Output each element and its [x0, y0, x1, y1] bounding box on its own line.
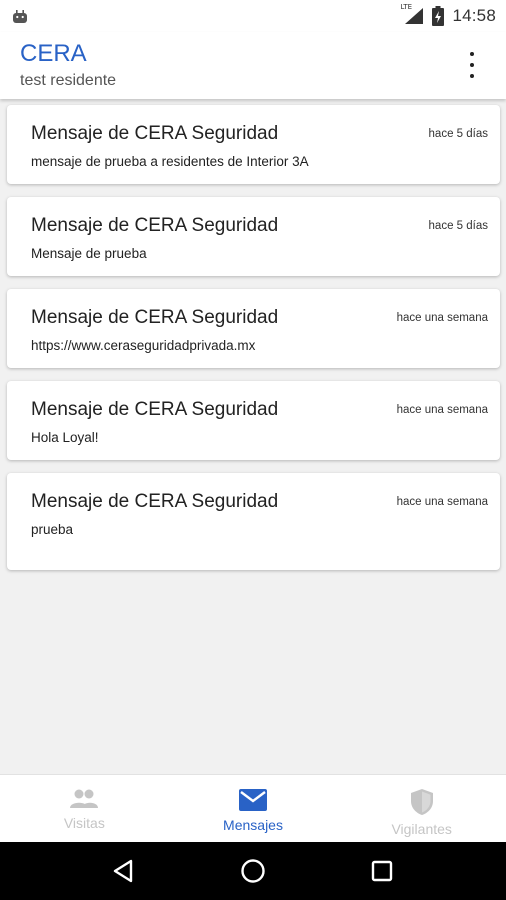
mail-icon — [239, 789, 267, 811]
nav-label-vigilantes: Vigilantes — [391, 821, 452, 837]
more-vert-icon[interactable] — [460, 52, 484, 78]
nav-label-mensajes: Mensajes — [223, 817, 283, 833]
message-body: mensaje de prueba a residentes de Interi… — [31, 154, 309, 169]
shield-icon — [410, 789, 433, 815]
status-time: 14:58 — [452, 6, 496, 25]
message-time: hace 5 días — [428, 220, 488, 232]
nav-item-visitas[interactable]: Visitas — [0, 775, 169, 843]
status-bar: LTE 14:58 — [0, 0, 506, 32]
message-body: Mensaje de prueba — [31, 246, 147, 261]
battery-icon — [432, 6, 445, 26]
nav-item-mensajes[interactable]: Mensajes — [169, 775, 338, 843]
message-time: hace una semana — [396, 312, 488, 324]
signal-icon: LTE — [400, 3, 424, 25]
android-icon — [13, 10, 27, 23]
message-card[interactable]: Mensaje de CERA Seguridad mensaje de pru… — [7, 105, 500, 184]
home-icon[interactable] — [239, 857, 267, 885]
message-title: Mensaje de CERA Seguridad — [31, 215, 279, 236]
message-body: prueba — [31, 522, 74, 537]
message-card[interactable]: Mensaje de CERA Seguridad Mensaje de pru… — [7, 197, 500, 276]
message-time: hace una semana — [396, 404, 488, 416]
message-card[interactable]: Mensaje de CERA Seguridad prueba hace un… — [7, 473, 500, 570]
bottom-navigation: Visitas Mensajes Vigilantes — [0, 774, 506, 843]
nav-label-visitas: Visitas — [63, 815, 105, 831]
recents-icon[interactable] — [368, 857, 396, 885]
app-bar: CERA test residente — [0, 32, 506, 99]
message-title: Mensaje de CERA Seguridad — [31, 123, 279, 144]
message-body: Hola Loyal! — [31, 430, 99, 445]
people-icon — [70, 789, 99, 808]
message-time: hace 5 días — [428, 128, 488, 140]
app-subtitle: test residente — [20, 72, 117, 89]
message-card[interactable]: Mensaje de CERA Seguridad https://www.ce… — [7, 289, 500, 368]
nav-item-vigilantes[interactable]: Vigilantes — [337, 775, 506, 843]
back-icon[interactable] — [110, 857, 138, 885]
system-navigation-bar — [0, 842, 506, 900]
message-body: https://www.ceraseguridadprivada.mx — [31, 338, 256, 353]
message-time: hace una semana — [396, 496, 488, 508]
app-title: CERA — [20, 40, 87, 67]
message-card[interactable]: Mensaje de CERA Seguridad Hola Loyal! ha… — [7, 381, 500, 460]
message-list: Mensaje de CERA Seguridad mensaje de pru… — [7, 105, 500, 583]
